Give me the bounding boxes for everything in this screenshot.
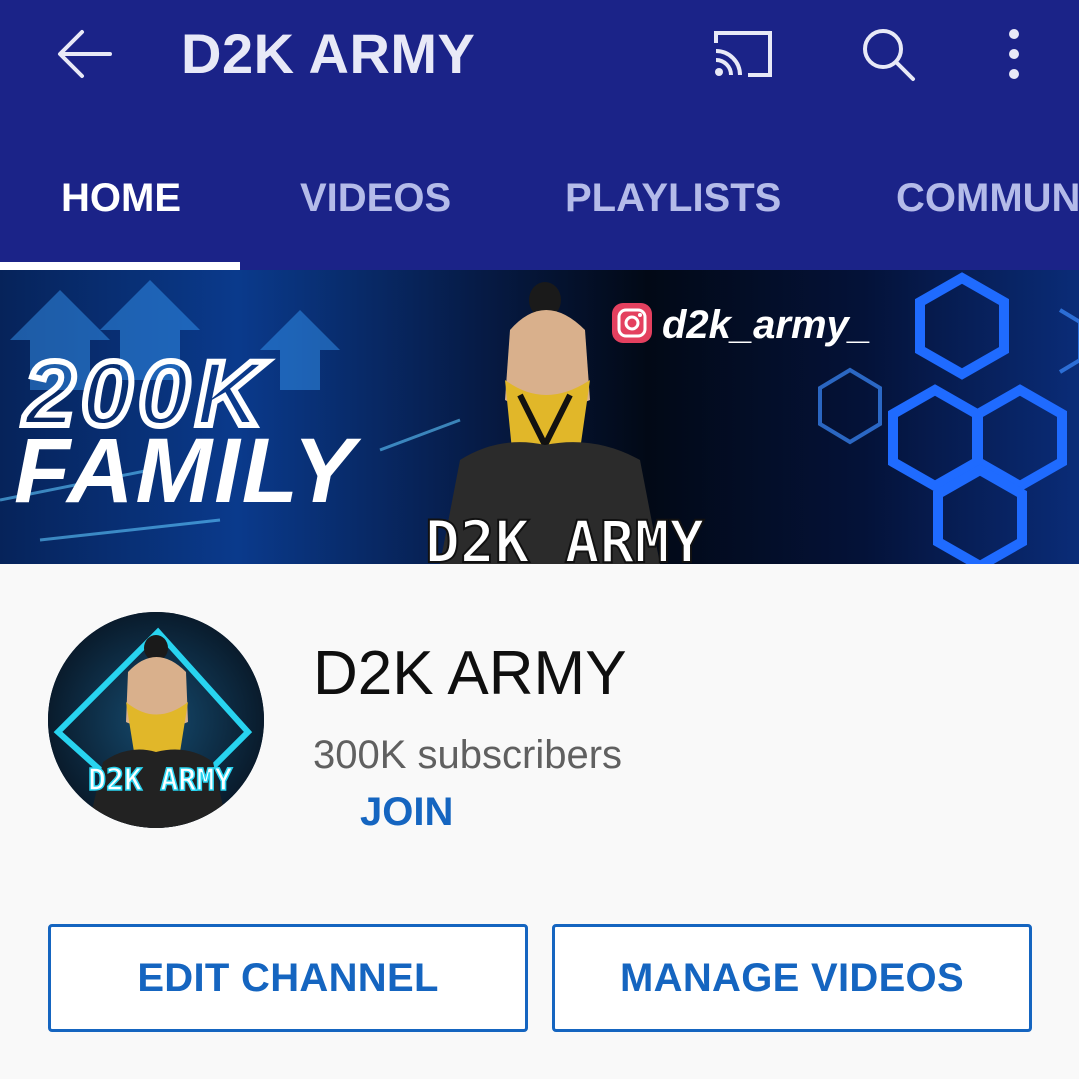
back-arrow-icon[interactable] [56, 26, 114, 82]
subscriber-count: 300K subscribers [313, 733, 623, 777]
banner-headline-bottom: FAMILY [14, 420, 362, 522]
instagram-icon [612, 303, 652, 343]
search-icon[interactable] [860, 26, 916, 82]
avatar-logo-text: D2K ARMY [88, 763, 233, 798]
tab-home[interactable]: HOME [61, 174, 181, 222]
tab-community[interactable]: COMMUN [896, 174, 1079, 222]
manage-videos-button[interactable]: MANAGE VIDEOS [552, 924, 1032, 1032]
app-bar: D2K ARMY HOME VIDEOS PLAYLISTS COMMUN [0, 0, 1079, 270]
join-button[interactable]: JOIN [360, 788, 453, 836]
tab-playlists[interactable]: PLAYLISTS [565, 174, 781, 222]
app-bar-title: D2K ARMY [181, 22, 476, 85]
channel-banner: d2k_army_ 200K FAMILY D2K ARMY [0, 270, 1079, 564]
tab-videos[interactable]: VIDEOS [300, 174, 451, 222]
channel-avatar[interactable]: D2K ARMY [48, 612, 264, 828]
channel-tabs: HOME VIDEOS PLAYLISTS COMMUN [0, 160, 1079, 270]
banner-instagram-handle: d2k_army_ [662, 303, 871, 347]
channel-name: D2K ARMY [313, 639, 627, 708]
cast-icon[interactable] [712, 29, 774, 79]
edit-channel-button[interactable]: EDIT CHANNEL [48, 924, 528, 1032]
banner-logo-text: D2K ARMY [425, 508, 704, 564]
active-tab-indicator [0, 262, 240, 270]
more-vert-icon[interactable] [1000, 26, 1028, 82]
